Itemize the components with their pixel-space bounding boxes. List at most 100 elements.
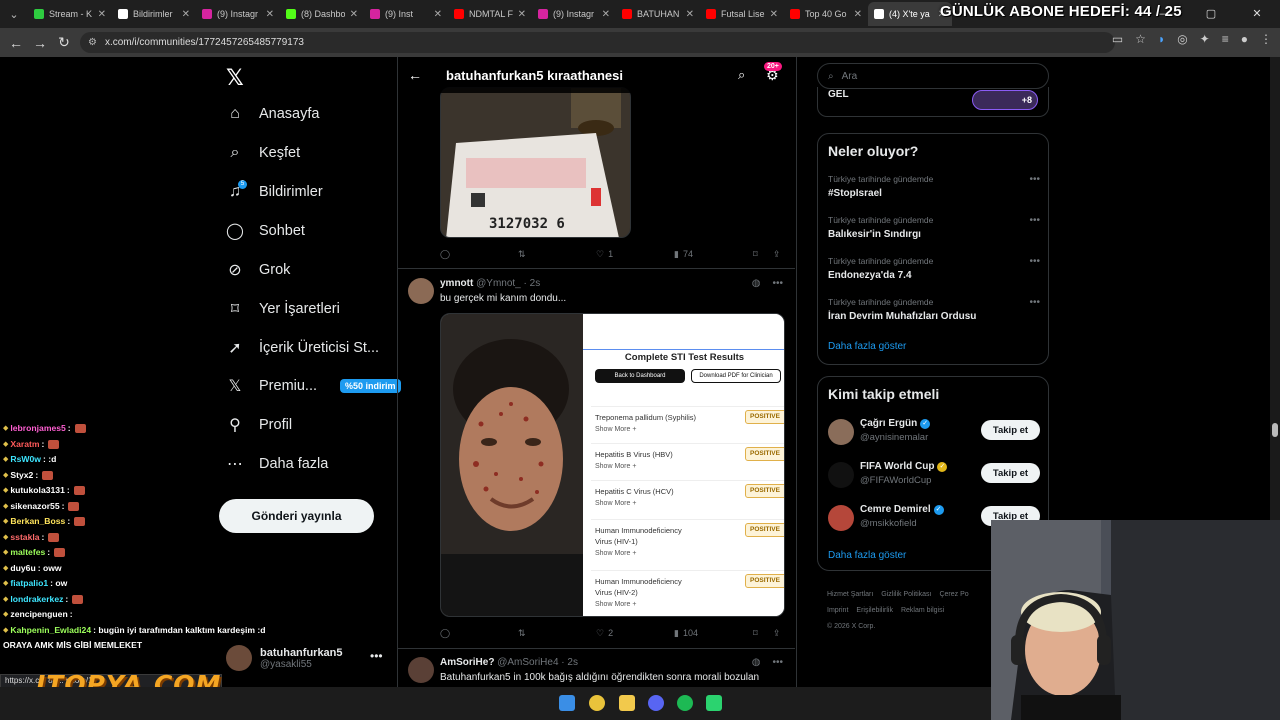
chrome-icon[interactable] [589, 695, 605, 711]
browser-tab[interactable]: Top 40 Go ✕ [784, 2, 868, 26]
more-icon[interactable]: ••• [1029, 174, 1040, 185]
search-input[interactable]: ⌕ Ara [817, 63, 1049, 89]
author-handle[interactable]: @Ymnot_ [476, 278, 521, 289]
nav-item[interactable]: ♫ 5 Bildirimler [226, 180, 323, 201]
browser-tab[interactable]: (9) Instagr ✕ [196, 2, 280, 26]
browser-tab[interactable]: Stream - K ✕ [28, 2, 112, 26]
tab-close-icon[interactable]: ✕ [350, 9, 358, 20]
author-name[interactable]: ymnott [440, 278, 473, 289]
more-icon[interactable]: ••• [1029, 297, 1040, 308]
avatar[interactable] [408, 657, 434, 683]
browser-tab[interactable]: BATUHAN ✕ [616, 2, 700, 26]
scrollbar-thumb[interactable] [1272, 423, 1278, 437]
avatar[interactable] [828, 462, 854, 488]
tweet[interactable]: AmSoriHe? @AmSoriHe4 · 2s ◍ ••• Batuhanf… [397, 648, 795, 687]
maximize-icon[interactable]: ▢ [1188, 0, 1234, 28]
follow-suggestion[interactable]: Çağrı Ergün ✓ @aynisinemalar Takip et [828, 417, 1040, 451]
trend-item[interactable]: Türkiye tarihinde gündemde #StopIsrael ••• [828, 174, 1040, 199]
footer-link[interactable]: Erişilebilirlik [856, 607, 893, 614]
tab-close-icon[interactable]: ✕ [98, 9, 106, 20]
views-button[interactable]: ▮ 74 [674, 249, 693, 260]
browser-tab[interactable]: Futsal Lise ✕ [700, 2, 784, 26]
tab-close-icon[interactable]: ✕ [266, 9, 274, 20]
tweet-time[interactable]: · 2s [561, 657, 578, 668]
avatar[interactable] [828, 419, 854, 445]
extension-icon[interactable]: ◗ [1158, 32, 1165, 46]
trend-item[interactable]: Türkiye tarihinde gündemde İran Devrim Mu… [828, 297, 1040, 322]
share-icon[interactable]: ⇪ [773, 249, 781, 260]
bookmark-star-icon[interactable]: ☆ [1135, 32, 1146, 46]
spaces-card[interactable]: GEL +8 [817, 87, 1049, 117]
browser-tab[interactable]: (9) Inst ✕ [364, 2, 448, 26]
like-button[interactable]: ♡ 2 [596, 628, 613, 639]
post-image-sti-results[interactable]: Complete STI Test Results Back to Dashbo… [440, 313, 785, 617]
browser-tab[interactable]: (8) Dashbo ✕ [280, 2, 364, 26]
trend-item[interactable]: Türkiye tarihinde gündemde Balıkesir'in S… [828, 215, 1040, 240]
footer-link[interactable]: Imprint [827, 607, 848, 614]
tab-close-icon[interactable]: ✕ [686, 9, 694, 20]
tab-close-icon[interactable]: ✕ [434, 9, 442, 20]
windows-start-icon[interactable] [559, 695, 575, 711]
more-icon[interactable]: ••• [1029, 256, 1040, 267]
more-icon[interactable]: ••• [772, 657, 783, 668]
share-icon[interactable]: ⇪ [773, 628, 781, 639]
close-window-icon[interactable]: ✕ [1234, 0, 1280, 28]
trend-item[interactable]: Türkiye tarihinde gündemde Endonezya'da 7… [828, 256, 1040, 281]
puzzle-icon[interactable]: ✦ [1200, 32, 1210, 46]
url-field[interactable]: ⚙ x.com/i/communities/177245726548577917… [80, 32, 1115, 53]
profile-avatar-icon[interactable]: ● [1241, 32, 1248, 46]
follow-button[interactable]: Takip et [981, 420, 1040, 440]
nav-item[interactable]: ◯ Sohbet [226, 222, 305, 240]
browser-tab[interactable]: NDMTAL F ✕ [448, 2, 532, 26]
like-button[interactable]: ♡ 1 [596, 249, 613, 260]
reply-icon[interactable]: ◯ [440, 249, 450, 260]
author-handle[interactable]: @AmSoriHe4 [497, 657, 558, 668]
x-logo-icon[interactable]: 𝕏 [226, 65, 244, 91]
shield-icon[interactable]: ◎ [1177, 32, 1187, 46]
back-icon[interactable]: ← [4, 35, 28, 51]
footer-link[interactable]: Çerez Po [939, 591, 968, 598]
browser-menu-icon[interactable]: ⋮ [1260, 32, 1272, 46]
app-icon[interactable] [706, 695, 722, 711]
tab-close-icon[interactable]: ✕ [518, 9, 526, 20]
views-button[interactable]: ▮ 104 [674, 628, 698, 639]
follow-show-more[interactable]: Daha fazla göster [828, 550, 906, 561]
more-icon[interactable]: ••• [1029, 215, 1040, 226]
nav-item[interactable]: ⊘ Grok [226, 261, 290, 279]
follow-suggestion[interactable]: FIFA World Cup ✓ @FIFAWorldCup Takip et [828, 460, 1040, 494]
forward-icon[interactable]: → [28, 35, 52, 51]
repost-icon[interactable]: ⇅ [518, 628, 526, 639]
reload-icon[interactable]: ↻ [52, 34, 76, 51]
cast-icon[interactable]: ▭ [1112, 32, 1123, 46]
listeners-pill[interactable]: +8 [972, 90, 1038, 110]
nav-item[interactable]: ➚ İçerik Üreticisi St... [226, 339, 379, 357]
repost-icon[interactable]: ⇅ [518, 249, 526, 260]
site-info-icon[interactable]: ⚙ [88, 37, 97, 48]
footer-link[interactable]: Gizlilik Politikası [881, 591, 931, 598]
grok-icon[interactable]: ◍ [752, 657, 761, 668]
post-image-ticket[interactable]: 3127032 6 [440, 87, 631, 238]
tab-close-icon[interactable]: ✕ [602, 9, 610, 20]
reply-icon[interactable]: ◯ [440, 628, 450, 639]
bookmark-icon[interactable]: ⌑ [753, 628, 758, 639]
browser-tab[interactable]: Bildirimler ✕ [112, 2, 196, 26]
reading-list-icon[interactable]: ≡ [1222, 32, 1229, 46]
footer-link[interactable]: Reklam bilgisi [901, 607, 944, 614]
nav-item[interactable]: ⌑ Yer İşaretleri [226, 300, 340, 318]
tweet-time[interactable]: · 2s [524, 278, 541, 289]
footer-link[interactable]: Hizmet Şartları [827, 591, 873, 598]
search-icon[interactable]: ⌕ [738, 67, 745, 83]
account-more-icon[interactable]: ••• [370, 649, 383, 663]
browser-tab[interactable]: (9) Instagr ✕ [532, 2, 616, 26]
footer-link[interactable]: © 2026 X Corp. [827, 623, 875, 630]
nav-item[interactable]: 𝕏 Premiu... %50 indirim [226, 377, 401, 395]
back-arrow-icon[interactable]: ← [408, 67, 422, 83]
avatar[interactable] [408, 278, 434, 304]
bookmark-icon[interactable]: ⌑ [753, 249, 758, 260]
more-icon[interactable]: ••• [772, 278, 783, 289]
grok-icon[interactable]: ◍ [752, 278, 761, 289]
tab-close-icon[interactable]: ✕ [770, 9, 778, 20]
discord-icon[interactable] [648, 695, 664, 711]
nav-item[interactable]: ⌕ Keşfet [226, 144, 301, 162]
trends-show-more[interactable]: Daha fazla göster [828, 341, 906, 352]
